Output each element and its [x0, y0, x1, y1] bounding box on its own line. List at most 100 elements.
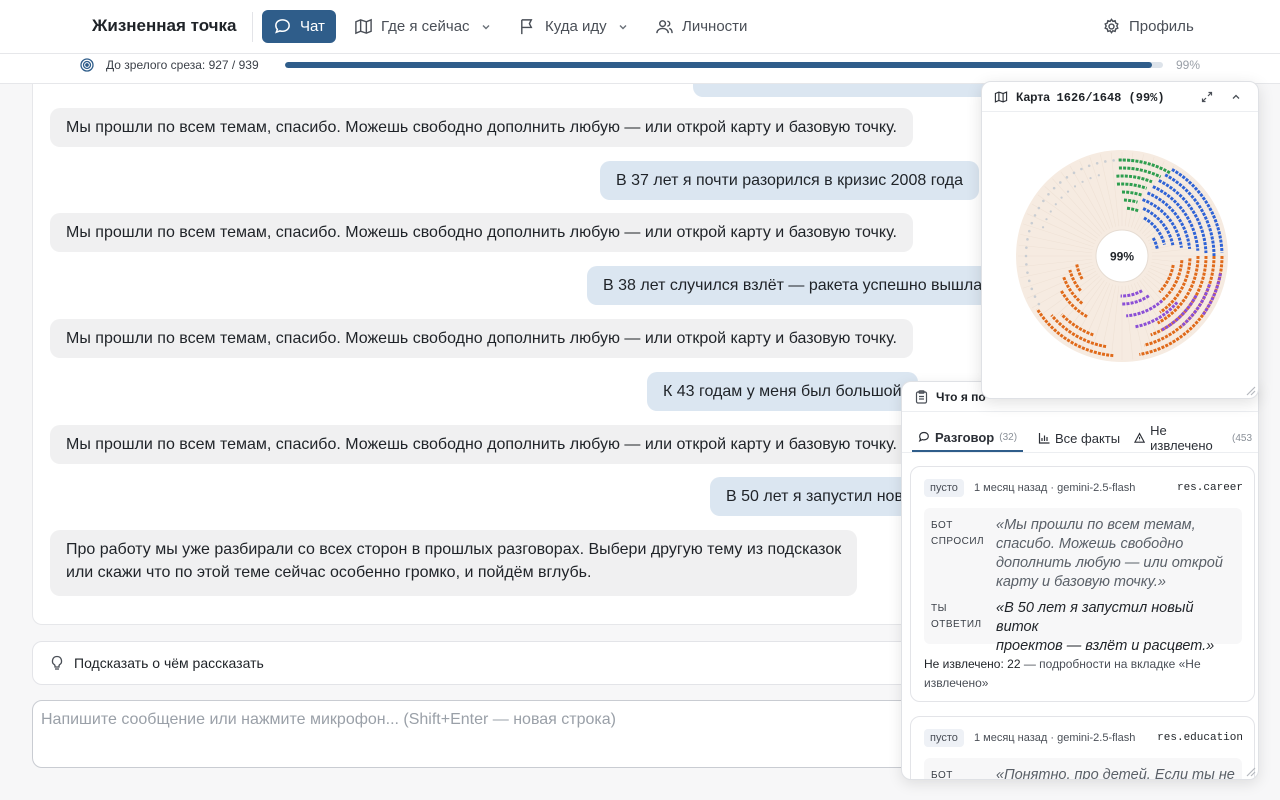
profile-button[interactable]: Профиль — [1092, 10, 1204, 43]
chat-thread[interactable]: Мы прошли по всем темам, спасибо. Можешь… — [32, 84, 1042, 625]
top-navigation: Жизненная точка Чат Где я сейчас Куда ид… — [0, 0, 1280, 54]
map-dot — [1066, 190, 1070, 193]
tab-count: (32) — [999, 431, 1018, 443]
fact-code: res.education — [1157, 732, 1243, 744]
nav-tab-label: Чат — [300, 18, 325, 35]
chevron-up-icon[interactable] — [1229, 90, 1243, 104]
map-dot — [1087, 164, 1091, 168]
question-line: «Понятно, про детей. Если ты не — [996, 767, 1235, 780]
nav-tab-where-am-i[interactable]: Где я сейчас — [344, 10, 502, 43]
chevron-down-icon — [619, 24, 627, 29]
map-count: 1626/1648 (99%) — [1056, 91, 1165, 105]
bot-question: «Понятно, про детей. Если ты не — [996, 766, 1235, 780]
map-dot — [1033, 295, 1037, 298]
users-icon — [656, 20, 673, 34]
gear-icon — [1104, 18, 1119, 34]
map-dot — [1073, 185, 1077, 188]
facts-panel-title: Что я по — [936, 390, 986, 404]
lightbulb-icon — [51, 655, 63, 670]
fact-meta: 1 месяц назад · gemini-2.5-flash — [974, 732, 1136, 744]
user-message: В 37 лет я почти разорился в кризис 2008… — [600, 161, 979, 200]
nav-tab-personalities[interactable]: Личности — [645, 10, 757, 43]
fact-meta: 1 месяц назад · gemini-2.5-flash — [974, 482, 1136, 494]
user-message: В 38 лет случился взлёт — ракета успешно… — [587, 266, 999, 305]
nav-tab-label: Где я сейчас — [381, 18, 470, 35]
tab-conversation[interactable]: Разговор (32) — [912, 424, 1024, 452]
tab-all-facts[interactable]: Все факты — [1032, 424, 1126, 452]
tab-label: Не извлечено — [1150, 423, 1213, 453]
nav-divider — [252, 12, 253, 42]
map-panel[interactable]: Карта 1626/1648 (99%) 99% — [981, 81, 1259, 399]
tab-not-extracted[interactable]: Не извлечено (453 — [1128, 423, 1258, 453]
map-dot — [1058, 181, 1062, 184]
maturity-progress-fill — [285, 62, 1152, 68]
qa-label: ТЫ — [931, 603, 947, 614]
resize-handle-icon[interactable] — [1244, 384, 1256, 396]
map-dot — [1095, 161, 1099, 165]
fact-card[interactable]: пусто 1 месяц назад · gemini-2.5-flash r… — [910, 716, 1255, 780]
map-dot — [1033, 214, 1037, 217]
map-dot — [1097, 174, 1100, 177]
resize-handle-icon[interactable] — [1244, 765, 1256, 777]
map-panel-title: Карта 1626/1648 (99%) — [1016, 90, 1165, 105]
bot-message: Мы прошли по всем темам, спасибо. Можешь… — [50, 319, 913, 358]
nav-tab-label: Личности — [682, 18, 748, 35]
suggest-topic-label: Подсказать о чём рассказать — [74, 655, 264, 671]
bot-message: Мы прошли по всем темам, спасибо. Можешь… — [50, 425, 913, 464]
map-dot — [1025, 246, 1028, 249]
map-dot — [1027, 279, 1031, 283]
map-dot — [1047, 192, 1050, 196]
map-dot — [1042, 199, 1045, 203]
not-extracted-note[interactable]: Не извлечено: 22 — подробности на вкладк… — [924, 655, 1244, 693]
question-answer-block: БОТ СПРОСИЛ «Мы прошли по всем темам, сп… — [924, 508, 1242, 654]
map-title: Карта — [1016, 90, 1050, 104]
tab-count: (453 — [1231, 432, 1252, 444]
map-dot — [1089, 177, 1092, 180]
suggest-topic-button[interactable]: Подсказать о чём рассказать — [32, 641, 1042, 685]
maturity-progress-percent: 99% — [1176, 58, 1201, 72]
map-dot — [1026, 271, 1029, 274]
target-icon — [80, 58, 94, 72]
maturity-progress-bar — [285, 62, 1163, 68]
chat-bubble-icon — [275, 19, 290, 34]
map-dot — [1049, 210, 1052, 213]
nav-tab-label: Куда иду — [545, 18, 607, 35]
message-input[interactable] — [41, 711, 1031, 759]
map-dot — [1052, 186, 1056, 190]
qa-label: БОТ — [931, 520, 953, 531]
not-extracted-count: Не извлечено: 22 — [924, 657, 1021, 671]
map-dot — [1030, 221, 1034, 225]
qa-label: БОТ — [931, 770, 953, 780]
map-dot — [1081, 180, 1084, 183]
expand-icon[interactable] — [1200, 90, 1214, 104]
map-center-label: 99% — [1110, 250, 1134, 264]
flag-icon — [521, 19, 533, 35]
question-line: «Мы прошли по всем темам, — [996, 517, 1196, 533]
warning-icon — [1134, 432, 1146, 443]
bot-message: Мы прошли по всем темам, спасибо. Можешь… — [50, 213, 913, 252]
facts-tabs: Разговор (32) Все факты Не извлечено (45… — [902, 421, 1258, 453]
brand-title[interactable]: Жизненная точка — [92, 16, 237, 36]
question-line: дополнить любую — или открой — [996, 555, 1223, 571]
fact-card[interactable]: пусто 1 месяц назад · gemini-2.5-flash r… — [910, 466, 1255, 702]
bot-question: «Мы прошли по всем темам, спасибо. Можеш… — [996, 516, 1234, 592]
map-dot — [1072, 171, 1076, 175]
map-dot — [1037, 302, 1041, 306]
map-dot — [1112, 159, 1115, 162]
life-map-radial-chart[interactable]: 99% — [1012, 146, 1232, 366]
map-dot — [1080, 167, 1083, 171]
tab-label: Разговор — [935, 429, 995, 445]
map-dot — [1024, 254, 1028, 258]
map-panel-header[interactable]: Карта 1626/1648 (99%) — [982, 82, 1258, 112]
user-answer: «В 50 лет я запустил новый виток проекто… — [996, 599, 1234, 656]
facts-panel[interactable]: Что я по Разговор (32) Все факты Не извл… — [901, 381, 1259, 780]
map-dot — [1030, 287, 1034, 291]
bar-chart-icon — [1038, 433, 1050, 444]
question-answer-block: БОТ «Понятно, про детей. Если ты не — [924, 758, 1242, 780]
clipboard-icon — [915, 390, 928, 404]
map-dot — [1027, 229, 1031, 233]
fact-code: res.career — [1176, 482, 1243, 494]
nav-tab-where-going[interactable]: Куда иду — [508, 10, 639, 43]
tab-label: Все факты — [1055, 430, 1121, 446]
nav-tab-chat[interactable]: Чат — [262, 10, 336, 43]
